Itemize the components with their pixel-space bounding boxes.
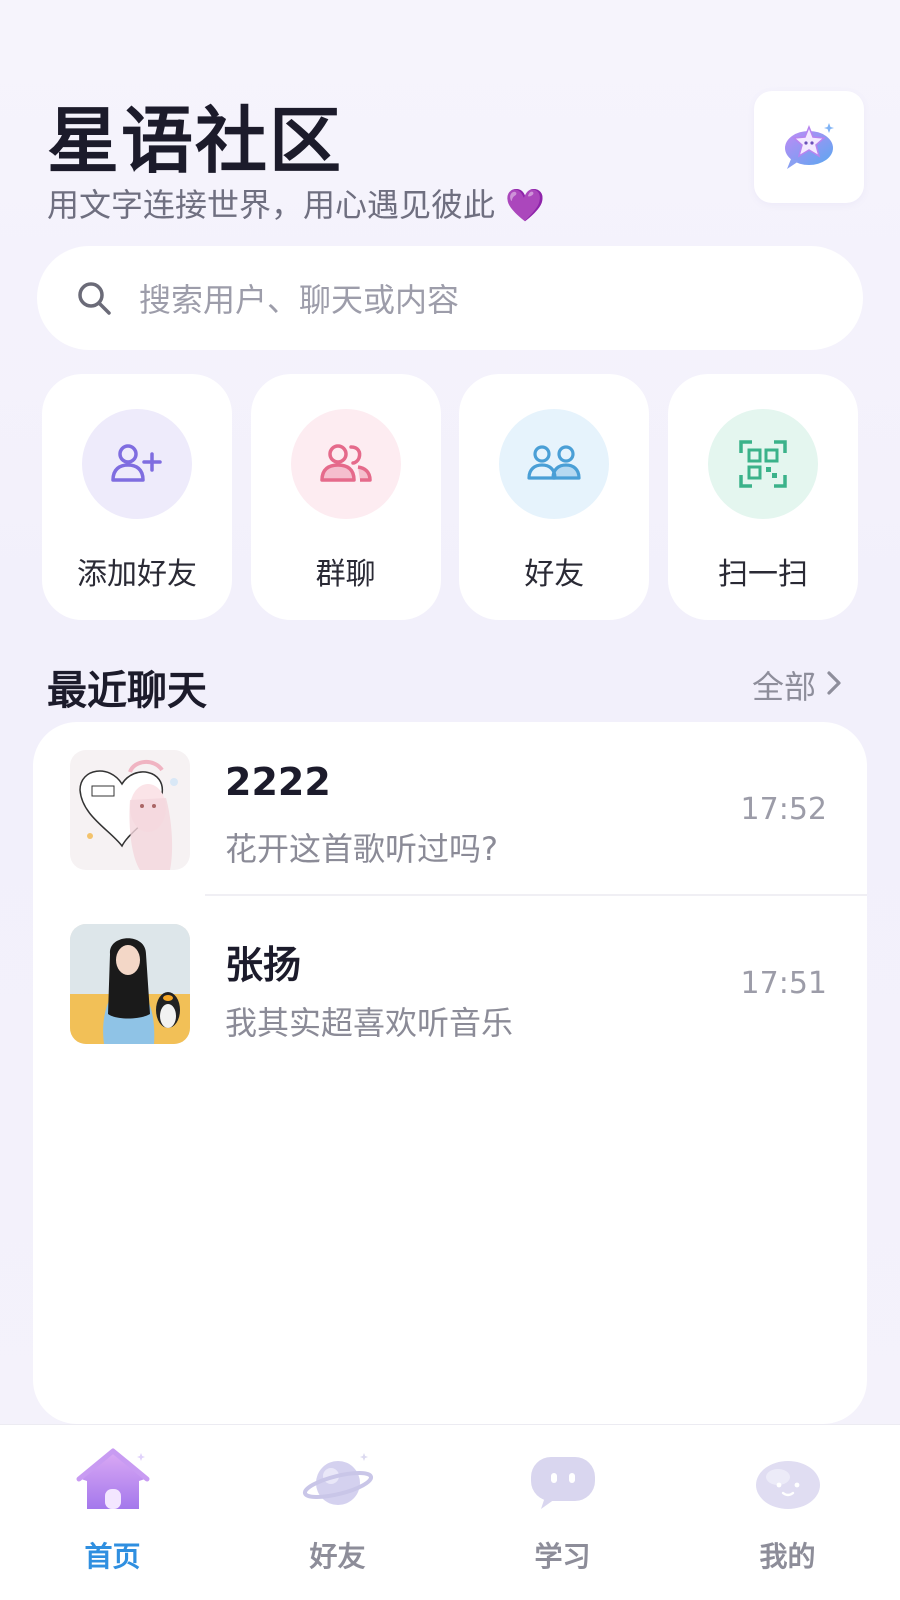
add-user-icon <box>82 409 192 519</box>
nav-home[interactable]: 首页 <box>0 1425 225 1600</box>
nav-friends[interactable]: 好友 <box>225 1425 450 1600</box>
scan-button[interactable]: 扫一扫 <box>667 374 858 620</box>
friends-icon <box>499 409 610 519</box>
nav-label: 我的 <box>759 1540 816 1573</box>
friends-button[interactable]: 好友 <box>459 374 650 620</box>
chevron-right-icon <box>816 666 842 704</box>
search-icon <box>75 278 115 318</box>
logo-button[interactable] <box>754 91 864 203</box>
chat-bubble-icon <box>521 1445 605 1517</box>
search-input[interactable]: 搜索用户、聊天或内容 <box>37 246 863 350</box>
group-chat-icon <box>290 409 401 519</box>
avatar <box>70 924 190 1044</box>
nav-study[interactable]: 学习 <box>450 1425 675 1600</box>
app-subtitle: 用文字连接世界，用心遇见彼此 💜 <box>47 186 546 224</box>
chat-list: 2222 花开这首歌听过吗? 17:52 张扬 我其实超喜欢听音乐 17:51 <box>33 722 867 1424</box>
search-placeholder: 搜索用户、聊天或内容 <box>139 281 460 319</box>
home-icon <box>71 1445 155 1517</box>
view-all-label: 全部 <box>752 668 817 706</box>
nav-profile[interactable]: 我的 <box>675 1425 900 1600</box>
group-chat-button[interactable]: 群聊 <box>250 374 441 620</box>
view-all-link[interactable]: 全部 <box>752 662 842 708</box>
chat-name: 2222 <box>225 760 331 804</box>
chat-name: 张扬 <box>225 943 302 987</box>
profile-cloud-icon <box>746 1445 830 1517</box>
bottom-nav: 首页 好友 学习 我的 <box>0 1424 900 1600</box>
scan-label: 扫一扫 <box>717 557 808 592</box>
avatar <box>70 750 190 870</box>
nav-label: 学习 <box>534 1540 591 1573</box>
chat-preview: 我其实超喜欢听音乐 <box>225 1004 514 1042</box>
add-friend-button[interactable]: 添加好友 <box>42 374 232 620</box>
chat-preview: 花开这首歌听过吗? <box>225 830 498 868</box>
chat-item[interactable]: 2222 花开这首歌听过吗? 17:52 <box>33 722 867 894</box>
recent-chats-title: 最近聊天 <box>47 668 207 714</box>
quick-actions: 添加好友 群聊 好友 扫一扫 <box>42 374 858 620</box>
group-chat-label: 群聊 <box>315 557 376 592</box>
app-title: 星语社区 <box>47 99 344 183</box>
planet-icon <box>296 1445 380 1517</box>
nav-label: 首页 <box>84 1540 141 1573</box>
chat-item[interactable]: 张扬 我其实超喜欢听音乐 17:51 <box>33 896 867 1068</box>
add-friend-label: 添加好友 <box>77 557 197 592</box>
nav-label: 好友 <box>309 1540 366 1573</box>
friends-label: 好友 <box>524 557 585 592</box>
chat-time: 17:52 <box>740 792 827 827</box>
scan-qr-icon <box>707 409 818 519</box>
chat-time: 17:51 <box>740 966 827 1001</box>
star-chat-icon <box>779 115 839 179</box>
